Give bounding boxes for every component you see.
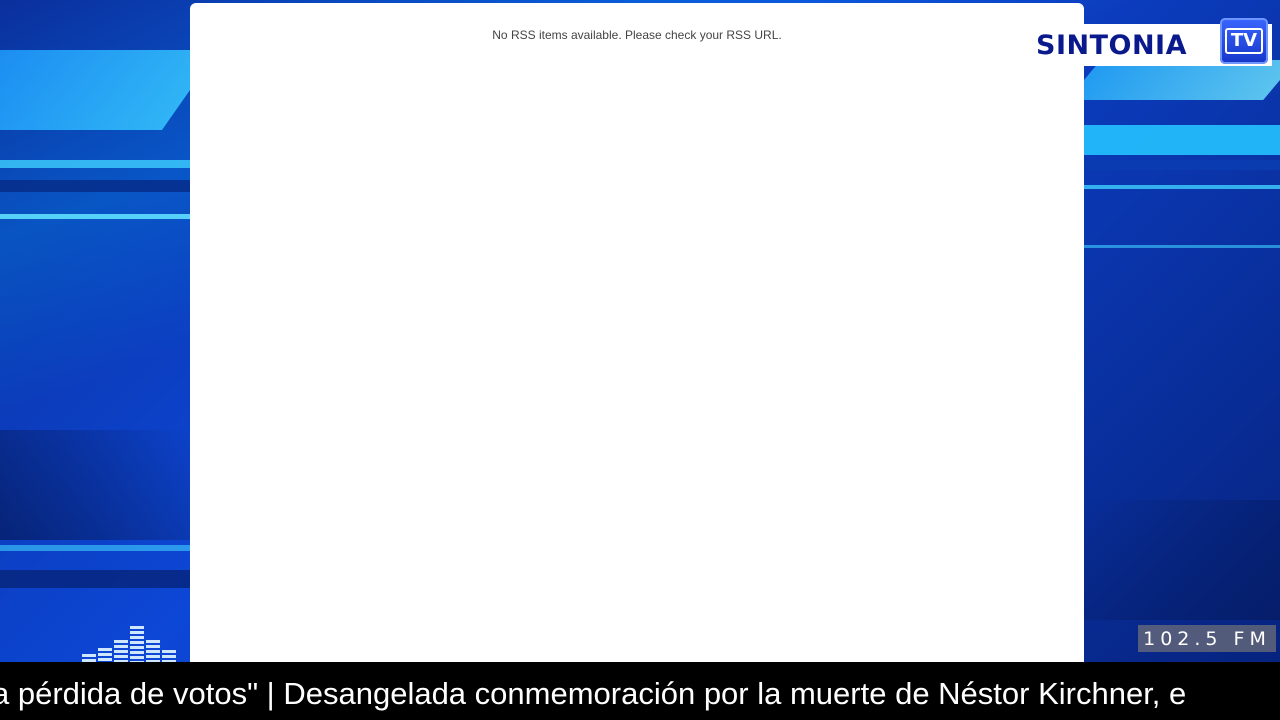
- equalizer-bar: [146, 640, 160, 662]
- background-stripe: [1084, 500, 1280, 620]
- ticker-text: a pérdida de votos" | Desangelada conmem…: [0, 676, 1187, 711]
- broadcast-screen: No RSS items available. Please check you…: [0, 0, 1280, 720]
- background-stripe: [0, 570, 190, 588]
- background-stripe: [1084, 185, 1280, 189]
- background-stripe: [0, 545, 190, 551]
- radio-frequency-badge: 102.5 FM: [1138, 625, 1276, 652]
- equalizer-bar: [114, 640, 128, 662]
- equalizer-bar: [130, 626, 144, 662]
- background-stripe: [0, 214, 190, 219]
- rss-empty-message: No RSS items available. Please check you…: [492, 28, 782, 42]
- background-stripe: [0, 50, 219, 130]
- tv-badge-label: TV: [1224, 28, 1264, 54]
- tv-badge: TV: [1220, 18, 1268, 64]
- background-stripe: [1084, 245, 1280, 248]
- equalizer-bar: [162, 650, 176, 662]
- news-ticker: a pérdida de votos" | Desangelada conmem…: [0, 662, 1280, 720]
- background-stripe: [1084, 160, 1280, 170]
- background-stripe: [0, 430, 190, 540]
- background-stripe: [1084, 125, 1280, 155]
- background-stripe: [1067, 60, 1280, 100]
- equalizer-bar: [82, 654, 96, 662]
- equalizer-bar: [98, 648, 112, 662]
- rss-content-panel: No RSS items available. Please check you…: [190, 3, 1084, 662]
- channel-logo: SINTONIA TV: [1030, 18, 1272, 66]
- equalizer-icon: [82, 626, 178, 662]
- logo-wordmark: SINTONIA: [1036, 29, 1187, 61]
- background-stripe: [0, 160, 190, 168]
- background-stripe: [0, 180, 190, 192]
